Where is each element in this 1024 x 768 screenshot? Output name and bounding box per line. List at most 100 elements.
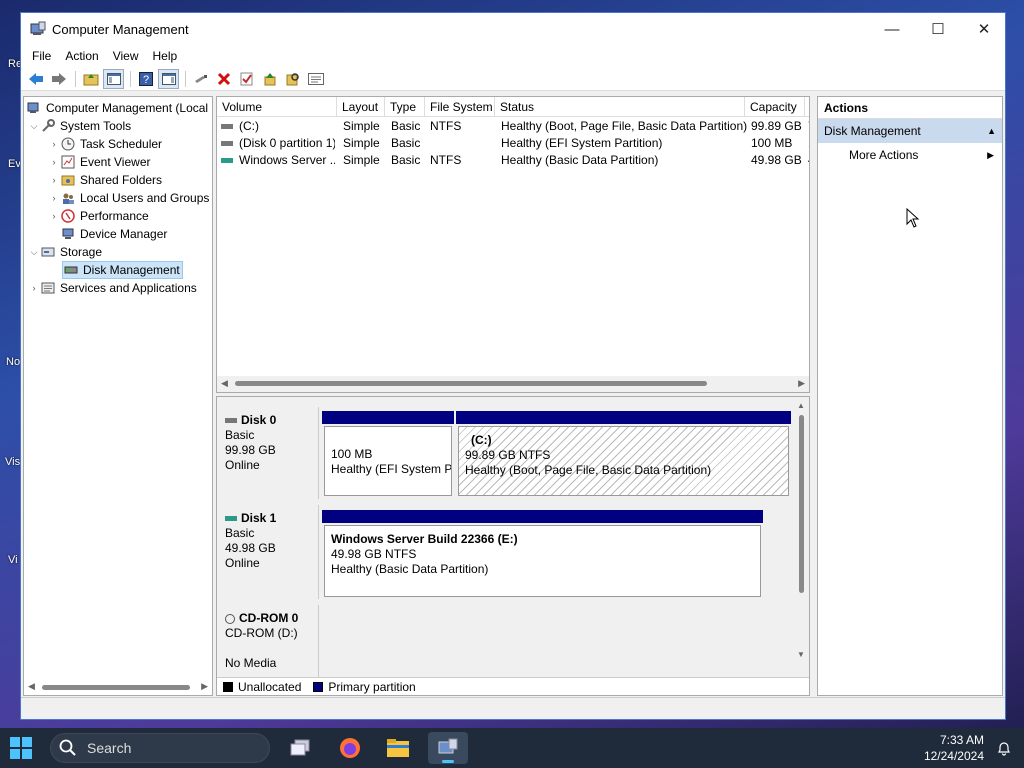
connect-icon[interactable] — [190, 69, 211, 89]
chevron-down-icon[interactable]: ⌵ — [28, 121, 40, 132]
notifications-button[interactable] — [996, 740, 1012, 759]
task-view-button[interactable] — [280, 732, 320, 764]
disk-1-label[interactable]: Disk 1 Basic 49.98 GB Online — [217, 505, 319, 599]
partition-bar — [322, 411, 454, 424]
tree-item-task-scheduler[interactable]: › Task Scheduler — [48, 135, 163, 153]
mouse-cursor-icon — [906, 208, 920, 228]
event-viewer-icon — [60, 154, 76, 170]
chevron-right-icon[interactable]: › — [48, 193, 60, 203]
tree-label: Event Viewer — [80, 155, 151, 169]
column-header-type[interactable]: Type — [385, 97, 425, 117]
tree-item-disk-management[interactable]: Disk Management — [62, 261, 183, 279]
firefox-button[interactable] — [330, 732, 370, 764]
menu-file[interactable]: File — [25, 49, 58, 63]
desktop-icon-vi[interactable]: Vi — [8, 554, 18, 566]
chevron-right-icon[interactable]: › — [48, 175, 60, 185]
column-header-layout[interactable]: Layout — [337, 97, 385, 117]
column-header-capacity[interactable]: Capacity — [745, 97, 805, 117]
chevron-right-icon[interactable]: › — [48, 211, 60, 221]
close-button[interactable]: ✕ — [961, 13, 1007, 45]
title-bar[interactable]: Computer Management — ☐ ✕ — [21, 13, 1005, 45]
tree-item-event-viewer[interactable]: › Event Viewer — [48, 153, 151, 171]
tree-label: System Tools — [60, 119, 132, 133]
column-header-volume[interactable]: Volume — [217, 97, 337, 117]
volume-icon — [221, 141, 233, 147]
more-actions[interactable]: More Actions ▶ — [818, 143, 1002, 167]
search-icon — [59, 739, 76, 756]
chevron-right-icon[interactable]: › — [28, 283, 40, 293]
menu-action[interactable]: Action — [58, 49, 105, 63]
users-icon — [60, 190, 76, 206]
disk-1-partition-e[interactable]: Windows Server Build 22366 (E:) 49.98 GB… — [324, 525, 761, 597]
column-header-free[interactable]: F — [805, 97, 809, 117]
tree-item-device-manager[interactable]: Device Manager — [60, 225, 167, 243]
desktop-icon-ev[interactable]: Ev — [8, 158, 21, 170]
up-folder-icon[interactable] — [80, 69, 101, 89]
file-explorer-button[interactable] — [378, 732, 418, 764]
tree-item-shared-folders[interactable]: › Shared Folders — [48, 171, 163, 189]
clock-icon — [60, 136, 76, 152]
forward-icon[interactable] — [48, 69, 69, 89]
tree-item-storage[interactable]: ⌵ Storage — [28, 243, 102, 261]
tree-item-system-tools[interactable]: ⌵ System Tools — [28, 117, 131, 135]
disk-icon — [225, 418, 237, 423]
tree-item-root[interactable]: Computer Management (Local — [26, 99, 208, 117]
bell-icon — [998, 742, 1010, 756]
chevron-right-icon[interactable]: › — [48, 157, 60, 167]
maximize-button[interactable]: ☐ — [915, 13, 961, 45]
tree-item-services[interactable]: › Services and Applications — [28, 279, 197, 297]
scrollbar-thumb[interactable] — [42, 685, 190, 690]
minimize-button[interactable]: — — [869, 13, 915, 45]
up-arrow-icon[interactable] — [259, 69, 280, 89]
cd-icon — [225, 613, 235, 624]
delete-icon[interactable] — [213, 69, 234, 89]
taskbar-search[interactable]: Search — [50, 733, 270, 763]
tree-item-performance[interactable]: › Performance — [48, 207, 149, 225]
folder-icon — [387, 739, 409, 757]
column-header-file-system[interactable]: File System — [425, 97, 495, 117]
toolbar-separator — [185, 70, 186, 87]
chevron-right-icon: ▶ — [987, 150, 994, 160]
legend: Unallocated Primary partition — [217, 677, 809, 695]
window-title: Computer Management — [52, 21, 189, 37]
computer-management-icon — [438, 738, 458, 754]
desktop-icon-no[interactable]: No — [6, 356, 20, 368]
menu-help[interactable]: Help — [146, 49, 185, 63]
graph-vertical-scrollbar[interactable]: ▲ ▼ — [795, 401, 807, 659]
desktop-icon-vis[interactable]: Vis — [5, 456, 20, 468]
disk-0-partition-c[interactable]: (C:) 99.89 GB NTFS Healthy (Boot, Page F… — [458, 426, 789, 496]
storage-icon — [40, 244, 56, 260]
scrollbar-thumb[interactable] — [235, 381, 707, 386]
computer-management-taskbar-button[interactable] — [428, 732, 468, 764]
services-icon — [40, 280, 56, 296]
properties-icon[interactable] — [305, 69, 326, 89]
actions-pane: Actions Disk Management ▲ More Actions ▶ — [817, 96, 1003, 696]
scrollbar-thumb[interactable] — [799, 415, 804, 593]
back-icon[interactable] — [25, 69, 46, 89]
help-icon[interactable]: ? — [135, 69, 156, 89]
search-icon[interactable] — [282, 69, 303, 89]
start-button[interactable] — [10, 737, 34, 759]
computer-management-icon — [30, 21, 46, 35]
disk-graphical-view: Disk 0 Basic 99.98 GB Online 100 MB Heal… — [216, 396, 810, 696]
tree-horizontal-scrollbar[interactable]: ◀ ▶ — [26, 681, 210, 693]
chevron-down-icon[interactable]: ⌵ — [28, 247, 40, 258]
system-clock[interactable]: 7:33 AM 12/24/2024 — [924, 732, 984, 764]
volume-horizontal-scrollbar[interactable]: ◀ ▶ — [217, 376, 809, 392]
shared-folder-icon — [60, 172, 76, 188]
unallocated-swatch — [223, 681, 233, 692]
disk-0-label[interactable]: Disk 0 Basic 99.98 GB Online — [217, 407, 319, 499]
check-icon[interactable] — [236, 69, 257, 89]
cdrom-label[interactable]: CD-ROM 0 CD-ROM (D:) No Media — [217, 605, 319, 677]
menu-view[interactable]: View — [106, 49, 146, 63]
collapse-up-icon[interactable]: ▲ — [987, 119, 996, 143]
tree-label: Performance — [80, 209, 149, 223]
action-section-disk-management[interactable]: Disk Management ▲ — [818, 119, 1002, 143]
chevron-right-icon[interactable]: › — [48, 139, 60, 149]
show-hide-action-icon[interactable] — [158, 68, 179, 89]
column-header-status[interactable]: Status — [495, 97, 745, 117]
status-bar — [21, 697, 1005, 719]
show-hide-tree-icon[interactable] — [103, 68, 124, 89]
disk-0-partition-efi[interactable]: 100 MB Healthy (EFI System Pa — [324, 426, 452, 496]
tree-item-local-users[interactable]: › Local Users and Groups — [48, 189, 210, 207]
